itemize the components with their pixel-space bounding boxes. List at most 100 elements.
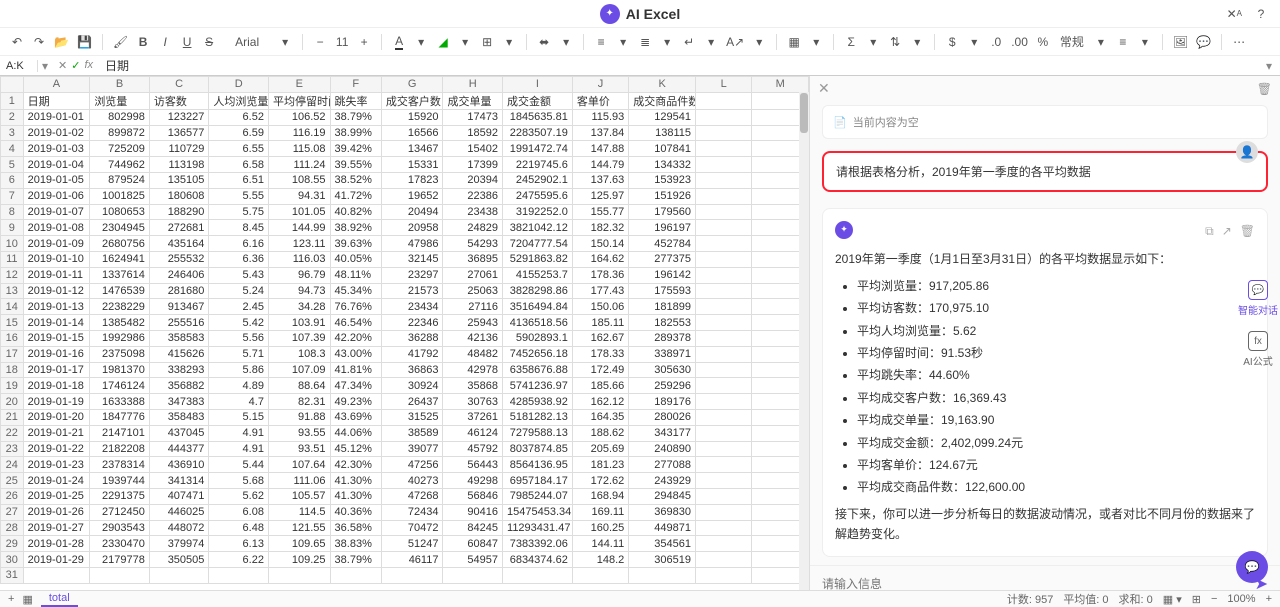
data-cell[interactable]: 47986 <box>381 236 443 252</box>
data-cell[interactable]: 42.30% <box>330 457 381 473</box>
data-cell[interactable]: 5741236.97 <box>503 378 573 394</box>
data-cell[interactable]: 369830 <box>629 504 696 520</box>
sheet-list-icon[interactable]: ▦ <box>22 593 32 606</box>
data-cell[interactable]: 7204777.54 <box>503 236 573 252</box>
chevron-down-icon[interactable]: ▾ <box>807 32 825 52</box>
header-cell[interactable]: 成交单量 <box>443 92 503 109</box>
data-cell[interactable]: 178.36 <box>572 267 628 283</box>
data-cell[interactable]: 2019-01-06 <box>23 188 90 204</box>
row-header[interactable]: 4 <box>1 141 24 157</box>
data-cell[interactable]: 22386 <box>443 188 503 204</box>
data-cell[interactable] <box>696 157 752 173</box>
data-cell[interactable]: 347383 <box>149 394 209 410</box>
data-cell[interactable]: 277088 <box>629 457 696 473</box>
data-cell[interactable]: 2019-01-21 <box>23 425 90 441</box>
data-cell[interactable]: 2712450 <box>90 504 150 520</box>
data-cell[interactable] <box>696 520 752 536</box>
data-cell[interactable] <box>696 552 752 568</box>
data-cell[interactable]: 3192252.0 <box>503 204 573 220</box>
chevron-down-icon[interactable]: ▾ <box>750 32 768 52</box>
data-cell[interactable]: 6.59 <box>209 125 269 141</box>
formula-input[interactable]: 日期 <box>99 57 1258 74</box>
data-cell[interactable]: 15402 <box>443 141 503 157</box>
strikethrough-icon[interactable]: S <box>200 32 218 52</box>
data-cell[interactable]: 48.11% <box>330 267 381 283</box>
data-cell[interactable]: 2019-01-24 <box>23 473 90 489</box>
data-cell[interactable]: 43.00% <box>330 346 381 362</box>
data-cell[interactable]: 4.89 <box>209 378 269 394</box>
decimal-increase-icon[interactable]: .00 <box>1009 32 1030 52</box>
data-cell[interactable]: 40.36% <box>330 504 381 520</box>
data-cell[interactable]: 41792 <box>381 346 443 362</box>
zoom-out-icon[interactable]: − <box>1211 593 1217 605</box>
row-header[interactable]: 24 <box>1 457 24 473</box>
data-cell[interactable]: 38.83% <box>330 536 381 552</box>
data-cell[interactable]: 46.54% <box>330 315 381 331</box>
data-cell[interactable] <box>696 204 752 220</box>
data-cell[interactable]: 4.91 <box>209 425 269 441</box>
row-header[interactable]: 10 <box>1 236 24 252</box>
data-cell[interactable]: 179560 <box>629 204 696 220</box>
data-cell[interactable]: 180608 <box>149 188 209 204</box>
data-cell[interactable]: 94.31 <box>268 188 330 204</box>
data-cell[interactable]: 153923 <box>629 172 696 188</box>
data-cell[interactable] <box>696 283 752 299</box>
data-cell[interactable]: 1981370 <box>90 362 150 378</box>
data-cell[interactable]: 2452902.1 <box>503 172 573 188</box>
save-icon[interactable]: 💾 <box>75 32 94 52</box>
data-cell[interactable]: 39.63% <box>330 236 381 252</box>
italic-icon[interactable]: I <box>156 32 174 52</box>
data-cell[interactable]: 2182208 <box>90 441 150 457</box>
header-cell[interactable]: 客单价 <box>572 92 628 109</box>
row-header[interactable]: 26 <box>1 488 24 504</box>
data-cell[interactable]: 4155253.7 <box>503 267 573 283</box>
data-cell[interactable]: 435164 <box>149 236 209 252</box>
row-header[interactable]: 31 <box>1 567 24 583</box>
data-cell[interactable]: 444377 <box>149 441 209 457</box>
accept-icon[interactable]: ✓ <box>71 59 80 72</box>
col-header-H[interactable]: H <box>443 77 503 93</box>
data-cell[interactable]: 437045 <box>149 425 209 441</box>
number-format-select[interactable]: 常规 <box>1056 32 1088 52</box>
chevron-down-icon[interactable]: ▾ <box>276 32 294 52</box>
data-cell[interactable]: 41.81% <box>330 362 381 378</box>
data-cell[interactable] <box>696 299 752 315</box>
data-cell[interactable]: 94.73 <box>268 283 330 299</box>
data-cell[interactable]: 20958 <box>381 220 443 236</box>
data-cell[interactable]: 7383392.06 <box>503 536 573 552</box>
data-cell[interactable]: 38.99% <box>330 125 381 141</box>
share-icon[interactable]: ↗ <box>1222 221 1232 241</box>
data-cell[interactable]: 407471 <box>149 488 209 504</box>
data-cell[interactable]: 20394 <box>443 172 503 188</box>
data-cell[interactable]: 2019-01-29 <box>23 552 90 568</box>
data-cell[interactable]: 196142 <box>629 267 696 283</box>
data-cell[interactable]: 2019-01-27 <box>23 520 90 536</box>
close-icon[interactable]: ✕ <box>818 80 830 97</box>
data-cell[interactable]: 2019-01-13 <box>23 299 90 315</box>
data-cell[interactable]: 60847 <box>443 536 503 552</box>
grid-view-icon[interactable]: ▦ ▾ <box>1163 593 1182 606</box>
data-cell[interactable]: 22346 <box>381 315 443 331</box>
data-cell[interactable]: 2019-01-10 <box>23 251 90 267</box>
data-cell[interactable] <box>696 473 752 489</box>
row-header[interactable]: 5 <box>1 157 24 173</box>
data-cell[interactable] <box>209 567 269 583</box>
data-cell[interactable]: 2291375 <box>90 488 150 504</box>
data-cell[interactable]: 2019-01-28 <box>23 536 90 552</box>
data-cell[interactable] <box>149 567 209 583</box>
row-header[interactable]: 18 <box>1 362 24 378</box>
row-header[interactable]: 23 <box>1 441 24 457</box>
data-cell[interactable]: 240890 <box>629 441 696 457</box>
expand-formula-icon[interactable]: ▾ <box>1258 59 1280 73</box>
data-cell[interactable]: 148.2 <box>572 552 628 568</box>
chevron-down-icon[interactable]: ▾ <box>864 32 882 52</box>
data-cell[interactable]: 2019-01-15 <box>23 330 90 346</box>
data-cell[interactable]: 15920 <box>381 109 443 125</box>
data-cell[interactable]: 27061 <box>443 267 503 283</box>
format-painter-icon[interactable]: 🖌 <box>111 32 130 52</box>
data-cell[interactable]: 338293 <box>149 362 209 378</box>
data-cell[interactable]: 879524 <box>90 172 150 188</box>
data-cell[interactable]: 181899 <box>629 299 696 315</box>
data-cell[interactable]: 34.28 <box>268 299 330 315</box>
data-cell[interactable]: 8037874.85 <box>503 441 573 457</box>
